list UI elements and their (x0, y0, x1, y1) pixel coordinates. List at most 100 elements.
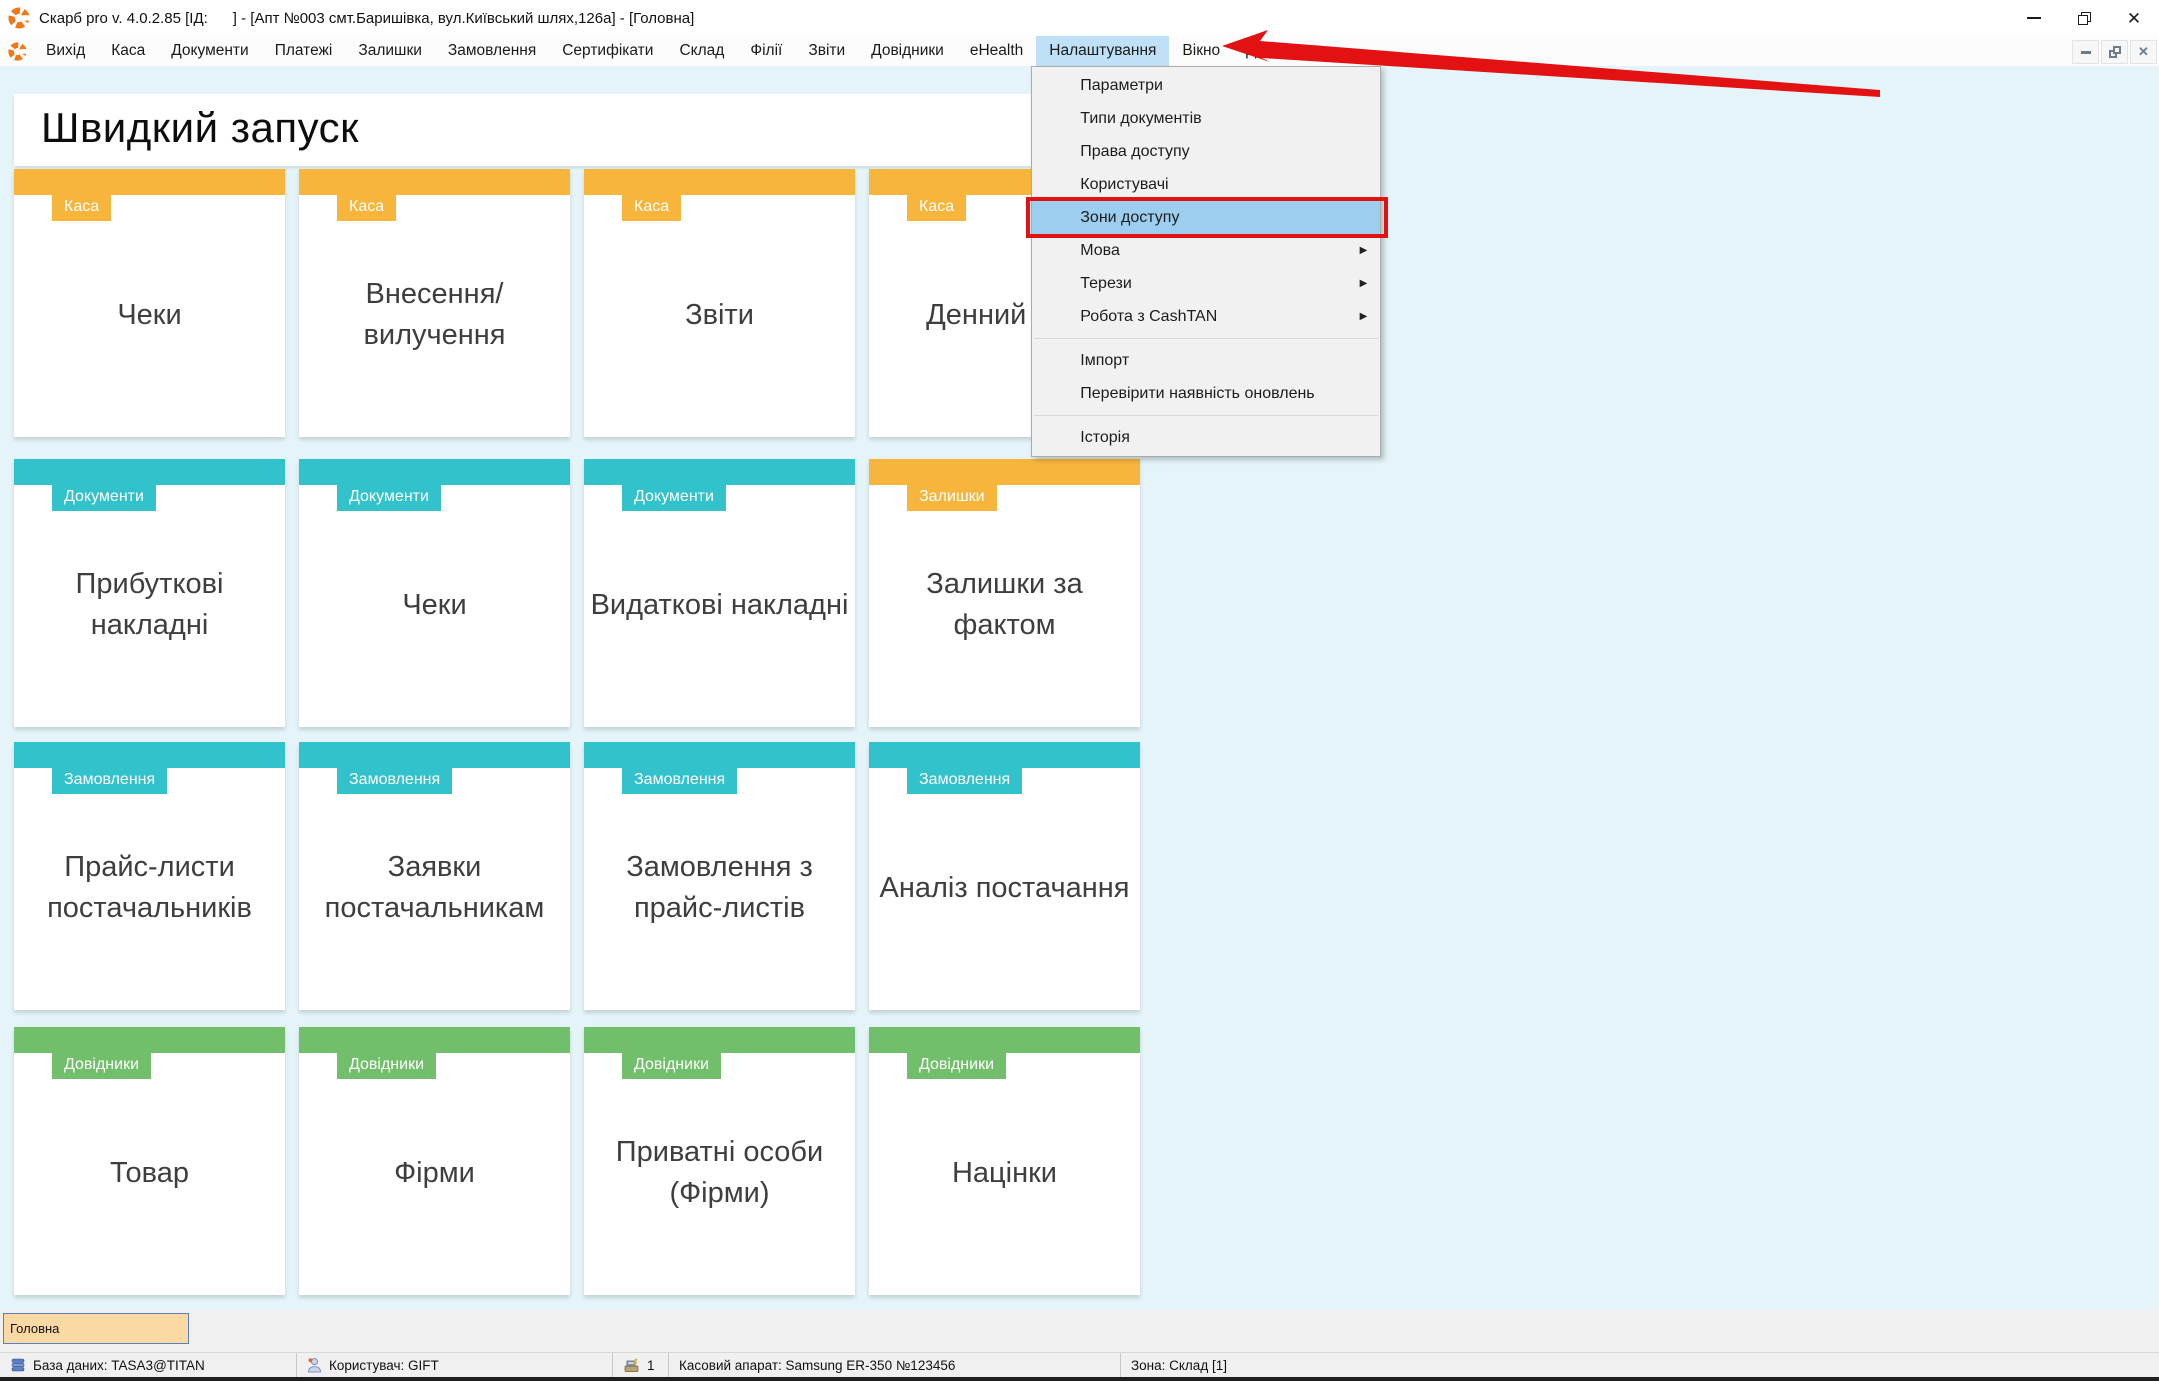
menu-item-platezhi[interactable]: Платежі (262, 36, 346, 66)
tile-prybutkovi-nakladni[interactable]: Документи Прибуткові накладні (14, 459, 285, 727)
tile-category-badge: Замовлення (622, 768, 737, 794)
dropdown-item-zony-dostupu[interactable]: Зони доступу (1032, 201, 1380, 234)
tile-row-kasa: Каса Чеки Каса Внесення/вилучення Каса З… (14, 169, 1140, 437)
menu-items: Вихід Каса Документи Платежі Залишки Зам… (33, 36, 1315, 66)
menu-item-dovidnyky[interactable]: Довідники (858, 36, 957, 66)
tile-category-bar (14, 1027, 285, 1053)
tile-label: Прибуткові накладні (14, 511, 285, 727)
tile-row-dovidnyky: Довідники Товар Довідники Фірми Довідник… (14, 1027, 1140, 1295)
tile-category-bar (584, 459, 855, 485)
page-header-panel: Швидкий запуск (14, 94, 1140, 166)
dropdown-item-prava-dostupu[interactable]: Права доступу (1032, 135, 1380, 168)
dropdown-item-korystuvachi[interactable]: Користувачі (1032, 168, 1380, 201)
dropdown-item-cashtan[interactable]: Робота з CashTAN▶ (1032, 300, 1380, 333)
tile-category-badge: Документи (337, 485, 441, 511)
tile-zvity-kasa[interactable]: Каса Звіти (584, 169, 855, 437)
tile-label: Видаткові накладні (584, 511, 855, 727)
submenu-arrow-icon: ▶ (1360, 300, 1368, 333)
tile-category-bar (584, 1027, 855, 1053)
menu-item-kasa[interactable]: Каса (98, 36, 158, 66)
tile-label: Аналіз постачання (869, 794, 1140, 1010)
tile-firmy[interactable]: Довідники Фірми (299, 1027, 570, 1295)
tile-category-bar (14, 459, 285, 485)
tile-vydatkovi-nakladni[interactable]: Документи Видаткові накладні (584, 459, 855, 727)
menu-item-ehealth[interactable]: eHealth (957, 36, 1036, 66)
minimize-icon (2081, 51, 2091, 54)
tab-holovna[interactable]: Головна (3, 1313, 189, 1344)
tile-cheky-dokumenty[interactable]: Документи Чеки (299, 459, 570, 727)
mdi-restore-button[interactable] (2101, 40, 2128, 64)
tile-vnesennia-vyluchennia[interactable]: Каса Внесення/вилучення (299, 169, 570, 437)
tile-analiz-postachannia[interactable]: Замовлення Аналіз постачання (869, 742, 1140, 1010)
status-zone: Зона: Склад [1] (1120, 1353, 2159, 1377)
tile-pryvatni-osoby[interactable]: Довідники Приватні особи (Фірми) (584, 1027, 855, 1295)
submenu-arrow-icon: ▶ (1360, 267, 1368, 300)
mdi-close-button[interactable]: ✕ (2130, 40, 2157, 64)
tile-label: Чеки (299, 511, 570, 727)
title-bar: Скарб pro v. 4.0.2.85 [ІД: ] - [Апт №003… (0, 0, 2159, 36)
minimize-button[interactable] (2009, 0, 2059, 36)
menu-item-filii[interactable]: Філії (737, 36, 795, 66)
menu-item-sertyfikaty[interactable]: Сертифікати (549, 36, 666, 66)
tile-category-badge: Довідники (622, 1053, 721, 1079)
tile-category-badge: Замовлення (337, 768, 452, 794)
tile-category-bar (299, 459, 570, 485)
dropdown-item-istoriia[interactable]: Історія (1032, 421, 1380, 454)
window-title: Скарб pro v. 4.0.2.85 [ІД: ] - [Апт №003… (39, 10, 694, 27)
tile-category-bar (14, 742, 285, 768)
status-register-count: 1 (612, 1353, 668, 1377)
tile-category-bar (299, 169, 570, 195)
tile-row-zamovlennia: Замовлення Прайс-листи постачальників За… (14, 742, 1140, 1010)
restore-icon (2109, 46, 2121, 58)
restore-icon (2078, 12, 2091, 25)
tile-zaiavky-postachalnykam[interactable]: Замовлення Заявки постачальникам (299, 742, 570, 1010)
tile-cheky-kasa[interactable]: Каса Чеки (14, 169, 285, 437)
tile-category-bar (14, 169, 285, 195)
tile-label: Націнки (869, 1079, 1140, 1295)
status-database-label: База даних: TASA3@TITAN (33, 1358, 205, 1373)
tile-label: Прайс-листи постачальників (14, 794, 285, 1010)
dropdown-item-terezy-label: Терези (1080, 275, 1132, 292)
tile-category-badge: Довідники (52, 1053, 151, 1079)
menu-item-sklad[interactable]: Склад (666, 36, 737, 66)
tile-category-badge: Залишки (907, 485, 997, 511)
menu-item-dokumenty[interactable]: Документи (158, 36, 261, 66)
tile-category-badge: Замовлення (52, 768, 167, 794)
menu-item-vyhid[interactable]: Вихід (33, 36, 98, 66)
dropdown-item-terezy[interactable]: Терези ▶ (1032, 267, 1380, 300)
menu-item-vikno[interactable]: Вікно (1169, 36, 1233, 66)
tile-label: Чеки (14, 221, 285, 437)
tile-category-badge: Замовлення (907, 768, 1022, 794)
status-bar: База даних: TASA3@TITAN Користувач: GIFT… (0, 1352, 2159, 1377)
close-button[interactable]: ✕ (2109, 0, 2159, 36)
menu-item-zalyshky[interactable]: Залишки (345, 36, 435, 66)
window-controls: ✕ (2009, 0, 2159, 36)
dropdown-item-parametry[interactable]: Параметри (1032, 69, 1380, 102)
menu-item-dovidka[interactable]: Довідка (1233, 36, 1315, 66)
tile-natsinky[interactable]: Довідники Націнки (869, 1027, 1140, 1295)
submenu-arrow-icon: ▶ (1360, 234, 1368, 267)
tile-zalyshky-za-faktom[interactable]: Залишки Залишки за фактом (869, 459, 1140, 727)
menu-item-nalashtuvannia-label: Налаштування (1049, 42, 1156, 59)
tile-label: Залишки за фактом (869, 511, 1140, 727)
status-register: Касовий апарат: Samsung ER-350 №123456 (668, 1353, 1120, 1377)
tile-prais-lysty-postachalnykiv[interactable]: Замовлення Прайс-листи постачальників (14, 742, 285, 1010)
menu-bar: Вихід Каса Документи Платежі Залишки Зам… (0, 36, 2159, 66)
mdi-minimize-button[interactable] (2072, 40, 2099, 64)
menu-item-zamovlennia[interactable]: Замовлення (435, 36, 549, 66)
tile-zamovlennia-z-prais-lystiv[interactable]: Замовлення Замовлення з прайс-листів (584, 742, 855, 1010)
dropdown-item-mova-label: Мова (1080, 242, 1120, 259)
menu-item-nalashtuvannia[interactable]: Налаштування Параметри Типи документів П… (1036, 36, 1169, 66)
tile-category-badge: Каса (337, 195, 396, 221)
dropdown-item-check-updates[interactable]: Перевірити наявність оновлень (1032, 377, 1380, 410)
tab-strip: Головна (0, 1310, 2159, 1352)
close-icon: ✕ (2127, 10, 2141, 27)
dropdown-item-import[interactable]: Імпорт (1032, 344, 1380, 377)
restore-button[interactable] (2059, 0, 2109, 36)
menu-item-zvity[interactable]: Звіти (795, 36, 858, 66)
tile-category-badge: Довідники (337, 1053, 436, 1079)
dropdown-item-mova[interactable]: Мова ▶ (1032, 234, 1380, 267)
dropdown-item-typy-dokumentiv[interactable]: Типи документів (1032, 102, 1380, 135)
cash-register-icon (623, 1358, 640, 1373)
tile-tovar[interactable]: Довідники Товар (14, 1027, 285, 1295)
